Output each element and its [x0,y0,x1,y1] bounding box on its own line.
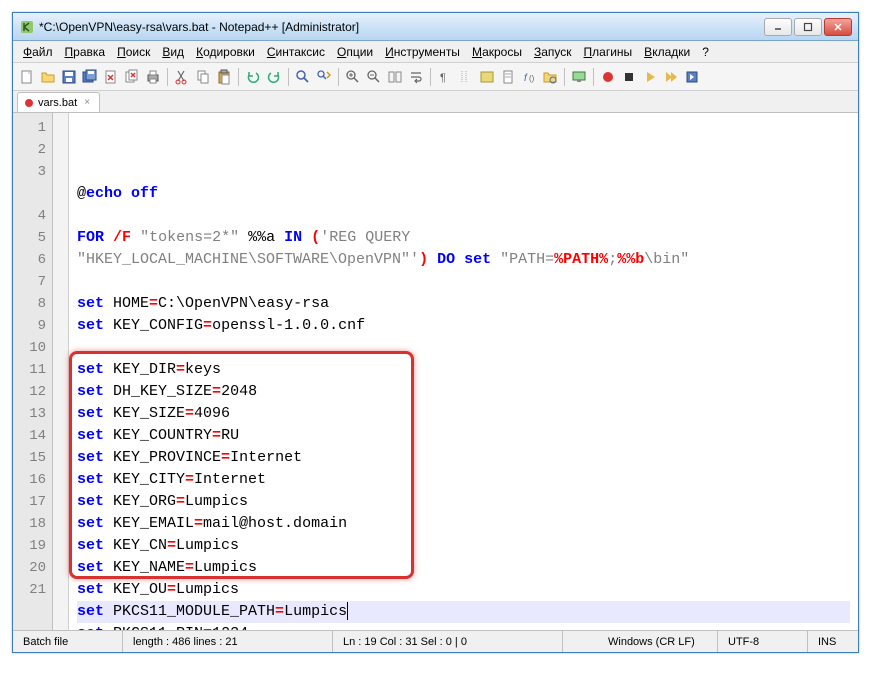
toolbar: ¶ f() [13,63,858,91]
window-title: *C:\OpenVPN\easy-rsa\vars.bat - Notepad+… [39,20,764,34]
menu-file[interactable]: Файл [17,43,59,61]
zoom-out-icon[interactable] [364,67,384,87]
folder-view-icon[interactable] [540,67,560,87]
print-icon[interactable] [143,67,163,87]
menu-view[interactable]: Вид [156,43,190,61]
menu-tools[interactable]: Инструменты [379,43,466,61]
macro-play-icon[interactable] [640,67,660,87]
menu-macro[interactable]: Макросы [466,43,528,61]
indent-guide-icon[interactable] [456,67,476,87]
statusbar: Batch file length : 486 lines : 21 Ln : … [13,630,858,652]
menu-encoding[interactable]: Кодировки [190,43,261,61]
minimize-button[interactable] [764,18,792,36]
doc-map-icon[interactable] [498,67,518,87]
cut-icon[interactable] [172,67,192,87]
menu-edit[interactable]: Правка [59,43,112,61]
code-view[interactable]: @echo off FOR /F "tokens=2*" %%a IN ('RE… [69,113,858,630]
status-position: Ln : 19 Col : 31 Sel : 0 | 0 [333,631,563,652]
tab-vars-bat[interactable]: vars.bat × [17,92,100,112]
new-file-icon[interactable] [17,67,37,87]
open-file-icon[interactable] [38,67,58,87]
user-lang-icon[interactable] [477,67,497,87]
menu-settings[interactable]: Опции [331,43,379,61]
menu-help[interactable]: ? [696,43,715,61]
status-length: length : 486 lines : 21 [123,631,333,652]
svg-text:(): () [529,74,535,83]
save-icon[interactable] [59,67,79,87]
undo-icon[interactable] [243,67,263,87]
tab-close-icon[interactable]: × [81,97,93,109]
save-all-icon[interactable] [80,67,100,87]
copy-icon[interactable] [193,67,213,87]
close-all-icon[interactable] [122,67,142,87]
macro-stop-icon[interactable] [619,67,639,87]
menu-run[interactable]: Запуск [528,43,578,61]
editor-area[interactable]: 123456789101112131415161718192021 @echo … [13,113,858,630]
status-mode: INS [808,631,858,652]
func-list-icon[interactable]: f() [519,67,539,87]
titlebar: *C:\OpenVPN\easy-rsa\vars.bat - Notepad+… [13,13,858,41]
menu-plugins[interactable]: Плагины [578,43,639,61]
macro-record-icon[interactable] [598,67,618,87]
line-gutter: 123456789101112131415161718192021 [13,113,53,630]
redo-icon[interactable] [264,67,284,87]
replace-icon[interactable] [314,67,334,87]
macro-save-icon[interactable] [682,67,702,87]
paste-icon[interactable] [214,67,234,87]
tab-label: vars.bat [38,97,77,109]
monitor-icon[interactable] [569,67,589,87]
tabbar: vars.bat × [13,91,858,113]
wordwrap-icon[interactable] [406,67,426,87]
sync-scroll-icon[interactable] [385,67,405,87]
show-all-chars-icon[interactable]: ¶ [435,67,455,87]
svg-text:¶: ¶ [440,72,446,84]
status-eol: Windows (CR LF) [598,631,718,652]
fold-margin [53,113,69,630]
menu-language[interactable]: Синтаксис [261,43,331,61]
menubar: Файл Правка Поиск Вид Кодировки Синтакси… [13,41,858,63]
tab-modified-icon [24,98,34,108]
menu-window[interactable]: Вкладки [638,43,696,61]
status-encoding: UTF-8 [718,631,808,652]
close-button[interactable] [824,18,852,36]
status-filetype: Batch file [13,631,123,652]
window-controls [764,18,852,36]
maximize-button[interactable] [794,18,822,36]
macro-play-multi-icon[interactable] [661,67,681,87]
app-icon [19,19,35,35]
find-icon[interactable] [293,67,313,87]
svg-text:f: f [524,73,528,84]
close-file-icon[interactable] [101,67,121,87]
app-window: *C:\OpenVPN\easy-rsa\vars.bat - Notepad+… [12,12,859,653]
zoom-in-icon[interactable] [343,67,363,87]
menu-search[interactable]: Поиск [111,43,156,61]
